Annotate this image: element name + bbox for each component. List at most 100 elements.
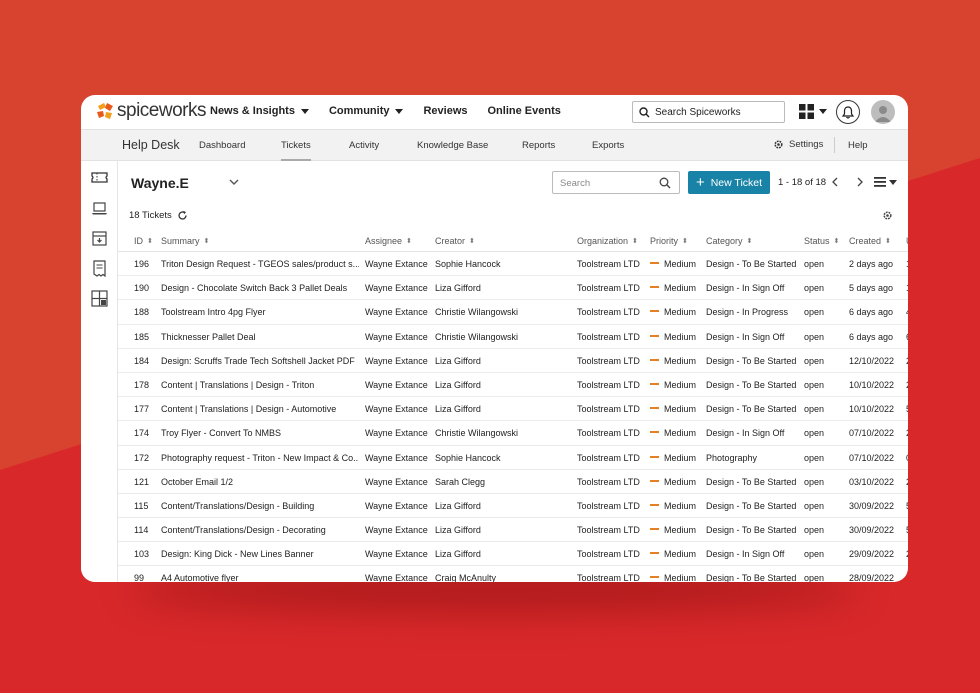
receipt-icon[interactable] [91, 260, 108, 277]
table-row[interactable]: 99 A4 Automotive flyer Wayne Extance Craig … [118, 566, 908, 582]
table-row[interactable]: 177 Content | Translations | Design - Aut… [118, 397, 908, 422]
cell-created-text: 28/09/2022 [849, 573, 895, 582]
cell-priority-text: Medium [664, 331, 697, 342]
chevron-right-icon[interactable] [856, 177, 864, 187]
inbox-icon[interactable] [91, 230, 108, 247]
help-link[interactable]: Help [848, 140, 868, 151]
cell-updated: 2 [906, 549, 908, 559]
col-created[interactable]: Created ⬍ [849, 236, 891, 246]
nav-reviews[interactable]: Reviews [423, 105, 467, 117]
col-id[interactable]: ID ⬍ [134, 236, 153, 246]
cell-id-text: 188 [134, 307, 150, 318]
nav-community[interactable]: Community [329, 105, 404, 117]
col-category[interactable]: Category ⬍ [706, 236, 752, 246]
avatar[interactable] [871, 100, 895, 124]
priority-medium-icon [650, 262, 659, 264]
laptop-icon[interactable] [91, 200, 108, 217]
cell-creator: Sophie Hancock [435, 453, 573, 463]
spiceworks-logo[interactable]: spiceworks [94, 100, 206, 122]
col-status[interactable]: Status ⬍ [804, 236, 839, 246]
settings-link[interactable]: Settings [773, 139, 823, 150]
priority-medium-icon [650, 407, 659, 410]
cell-organization: Toolstream LTD [577, 549, 647, 559]
cell-assignee: Wayne Extance [365, 259, 431, 269]
tab-dashboard[interactable]: Dashboard [199, 140, 245, 151]
tab-exports[interactable]: Exports [592, 140, 624, 151]
agent-name[interactable]: Wayne.E [131, 175, 189, 191]
ticket-search-placeholder: Search [560, 178, 591, 189]
nav-online-events[interactable]: Online Events [488, 105, 561, 117]
table-row[interactable]: 184 Design: Scruffs Trade Tech Softshell … [118, 349, 908, 373]
col-label: Creator [435, 236, 466, 246]
dashboard-icon[interactable] [91, 290, 108, 307]
cell-status-text: open [804, 476, 825, 487]
table-row[interactable]: 174 Troy Flyer - Convert To NMBS Wayne Ext… [118, 421, 908, 446]
table-row[interactable]: 196 Triton Design Request - TGEOS sales/p… [118, 252, 908, 277]
tab-reports[interactable]: Reports [522, 140, 555, 151]
cell-status: open [804, 259, 844, 269]
tab-activity[interactable]: Activity [349, 140, 379, 151]
cell-id-text: 103 [134, 549, 150, 560]
cell-status-text: open [804, 379, 825, 390]
cell-created-text: 2 days ago [849, 259, 894, 269]
table-row[interactable]: 121 October Email 1/2 Wayne Extance Sarah C… [118, 470, 908, 494]
cell-assignee-text: Wayne Extance [365, 476, 428, 487]
site-search-input[interactable]: Search Spiceworks [632, 101, 785, 123]
tab-knowledge-base[interactable]: Knowledge Base [417, 140, 488, 151]
cell-created: 07/10/2022 [849, 428, 903, 438]
chevron-left-icon[interactable] [831, 177, 839, 187]
col-creator[interactable]: Creator ⬍ [435, 236, 475, 246]
cell-summary-text: Toolstream Intro 4pg Flyer [161, 307, 266, 318]
cell-creator: Christie Wilangowski [435, 332, 573, 342]
cell-assignee-text: Wayne Extance [365, 500, 428, 511]
col-priority[interactable]: Priority ⬍ [650, 236, 688, 246]
chevron-down-icon[interactable] [229, 178, 239, 186]
col-label: Summary [161, 236, 200, 246]
cell-assignee-text: Wayne Extance [365, 331, 428, 342]
nav-news-insights[interactable]: News & Insights [210, 105, 309, 117]
cell-updated-text: 2 [906, 573, 908, 582]
cell-id-text: 190 [134, 283, 150, 294]
refresh-icon[interactable] [177, 210, 188, 221]
col-label: Status [804, 236, 830, 246]
col-updated[interactable]: U [906, 236, 908, 246]
table-row[interactable]: 103 Design: King Dick - New Lines Banner W… [118, 542, 908, 567]
cell-updated: 5 [906, 404, 908, 414]
cell-category: Design - To Be Started [706, 501, 802, 511]
col-organization[interactable]: Organization ⬍ [577, 236, 638, 246]
cell-creator: Christie Wilangowski [435, 307, 573, 317]
view-options-button[interactable] [874, 177, 897, 187]
ticket-icon[interactable] [91, 169, 108, 186]
cell-updated: 1 [906, 259, 908, 269]
cell-id: 178 [134, 380, 158, 390]
table-row[interactable]: 114 Content/Translations/Design - Decorat… [118, 518, 908, 543]
chevron-down-icon [300, 108, 309, 114]
table-row[interactable]: 188 Toolstream Intro 4pg Flyer Wayne Extan… [118, 300, 908, 325]
cell-updated: 1 [906, 283, 908, 293]
table-row[interactable]: 115 Content/Translations/Design - Buildin… [118, 494, 908, 519]
cell-status-text: open [804, 573, 825, 582]
gear-icon[interactable] [882, 210, 893, 221]
table-row[interactable]: 172 Photography request - Triton - New Im… [118, 446, 908, 470]
notifications-button[interactable] [836, 100, 860, 124]
sort-icon: ⬍ [833, 238, 840, 245]
table-row[interactable]: 190 Design - Chocolate Switch Back 3 Pall… [118, 276, 908, 301]
cell-summary: Troy Flyer - Convert To NMBS [161, 428, 359, 438]
table-row[interactable]: 185 Thicknesser Pallet Deal Wayne Extance C… [118, 325, 908, 349]
cell-updated: 2 [906, 380, 908, 390]
priority-medium-icon [650, 310, 659, 313]
cell-created-text: 30/09/2022 [849, 500, 895, 511]
cell-created: 5 days ago [849, 283, 903, 293]
list-icon [874, 177, 886, 187]
col-assignee[interactable]: Assignee ⬍ [365, 236, 412, 246]
tab-tickets[interactable]: Tickets [281, 140, 311, 161]
table-row[interactable]: 178 Content | Translations | Design - Tri… [118, 373, 908, 398]
apps-menu-button[interactable] [799, 104, 827, 119]
table-header: ID ⬍ Summary ⬍ Assignee ⬍ Creator ⬍ Organiza… [118, 228, 908, 252]
cell-summary-text: Troy Flyer - Convert To NMBS [161, 428, 282, 439]
cell-updated-text: 0 [906, 453, 908, 463]
new-ticket-button[interactable]: + New Ticket [688, 171, 770, 194]
cell-creator-text: Liza Gifford [435, 500, 481, 511]
ticket-search-input[interactable]: Search [552, 171, 680, 194]
col-summary[interactable]: Summary ⬍ [161, 236, 209, 246]
